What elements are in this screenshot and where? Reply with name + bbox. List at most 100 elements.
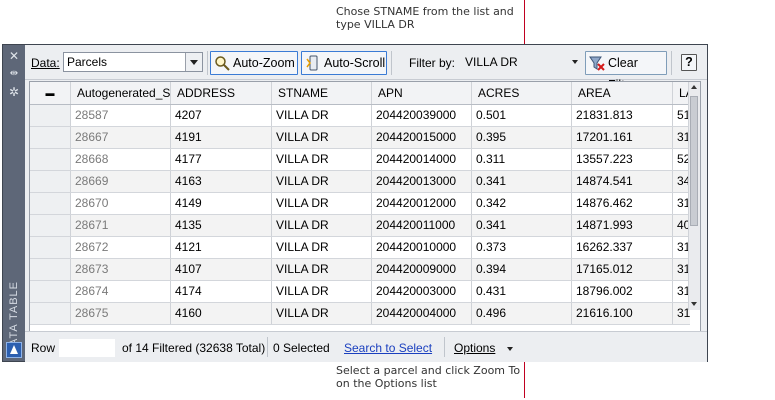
table-row[interactable]: 28668 4177 VILLA DR 204420014000 0.311 13557.… — [30, 149, 690, 171]
table-cell[interactable]: 0.496 — [472, 303, 572, 324]
row-selector[interactable] — [30, 237, 71, 258]
table-cell[interactable]: 0.394 — [472, 259, 572, 280]
table-cell[interactable]: 17165.012 — [572, 259, 673, 280]
table-cell[interactable]: 4174 — [171, 281, 272, 302]
table-cell[interactable]: 28667 — [71, 127, 171, 148]
row-selector[interactable] — [30, 127, 71, 148]
table-cell[interactable]: 0.342 — [472, 193, 572, 214]
table-row[interactable]: 28671 4135 VILLA DR 204420011000 0.341 14871.… — [30, 215, 690, 237]
table-cell[interactable]: 21616.100 — [572, 303, 673, 324]
options-menu[interactable]: Options — [454, 339, 513, 357]
vertical-scroll-thumb[interactable] — [690, 96, 698, 226]
table-row[interactable]: 28674 4174 VILLA DR 204420003000 0.431 18796.… — [30, 281, 690, 303]
table-cell[interactable]: VILLA DR — [272, 303, 372, 324]
close-icon[interactable]: ✕ — [7, 49, 21, 63]
table-cell[interactable]: 0.341 — [472, 171, 572, 192]
table-cell[interactable]: VILLA DR — [272, 237, 372, 258]
table-cell[interactable]: VILLA DR — [272, 281, 372, 302]
table-cell[interactable]: 0.373 — [472, 237, 572, 258]
row-selector[interactable] — [30, 281, 71, 302]
table-cell[interactable]: 204420013000 — [372, 171, 472, 192]
row-selector[interactable] — [30, 303, 71, 324]
table-cell[interactable]: 17201.161 — [572, 127, 673, 148]
table-cell[interactable]: VILLA DR — [272, 149, 372, 170]
table-cell[interactable]: 4163 — [171, 171, 272, 192]
table-row[interactable]: 28587 4207 VILLA DR 204420039000 0.501 21831.… — [30, 105, 690, 127]
app-logo-icon[interactable] — [6, 342, 22, 358]
table-cell[interactable]: 21831.813 — [572, 105, 673, 126]
table-cell[interactable]: 204420009000 — [372, 259, 472, 280]
table-cell[interactable]: 28672 — [71, 237, 171, 258]
table-cell[interactable]: VILLA DR — [272, 105, 372, 126]
column-header[interactable]: ACRES — [472, 82, 572, 104]
scroll-up-icon[interactable] — [691, 85, 697, 89]
table-cell[interactable]: 204420012000 — [372, 193, 472, 214]
table-cell[interactable]: 4207 — [171, 105, 272, 126]
table-cell[interactable]: 28670 — [71, 193, 171, 214]
table-cell[interactable]: VILLA DR — [272, 259, 372, 280]
table-row[interactable]: 28667 4191 VILLA DR 204420015000 0.395 17201.… — [30, 127, 690, 149]
row-input[interactable] — [59, 339, 115, 357]
table-cell[interactable]: 28675 — [71, 303, 171, 324]
auto-scroll-button[interactable]: Auto-Scroll — [301, 51, 387, 75]
column-header[interactable]: AREA — [572, 82, 673, 104]
vertical-scrollbar[interactable] — [688, 82, 700, 310]
table-cell[interactable]: 204420010000 — [372, 237, 472, 258]
row-selector[interactable] — [30, 149, 71, 170]
row-selector[interactable] — [30, 215, 71, 236]
table-cell[interactable]: 28673 — [71, 259, 171, 280]
column-header[interactable]: Autogenerated_S — [71, 82, 171, 104]
help-button[interactable]: ? — [681, 54, 697, 71]
row-selector[interactable] — [30, 171, 71, 192]
table-cell[interactable]: 0.311 — [472, 149, 572, 170]
table-cell[interactable]: 28671 — [71, 215, 171, 236]
table-cell[interactable]: 4177 — [171, 149, 272, 170]
table-cell[interactable]: 28668 — [71, 149, 171, 170]
table-cell[interactable]: 4121 — [171, 237, 272, 258]
table-cell[interactable]: 204420011000 — [372, 215, 472, 236]
table-cell[interactable]: 14871.993 — [572, 215, 673, 236]
auto-hide-icon[interactable]: ⇹ — [7, 67, 21, 81]
chevron-down-icon[interactable] — [185, 53, 202, 71]
table-cell[interactable]: VILLA DR — [272, 171, 372, 192]
table-cell[interactable]: 28669 — [71, 171, 171, 192]
column-header[interactable]: STNAME — [272, 82, 372, 104]
scroll-down-icon[interactable] — [691, 302, 697, 306]
column-header[interactable]: APN — [372, 82, 472, 104]
table-cell[interactable]: 0.395 — [472, 127, 572, 148]
table-cell[interactable]: 0.501 — [472, 105, 572, 126]
table-cell[interactable]: 0.341 — [472, 215, 572, 236]
table-cell[interactable]: 28587 — [71, 105, 171, 126]
table-cell[interactable]: 204420004000 — [372, 303, 472, 324]
auto-zoom-button[interactable]: Auto-Zoom — [210, 51, 298, 75]
table-cell[interactable]: 16262.337 — [572, 237, 673, 258]
table-cell[interactable]: 204420003000 — [372, 281, 472, 302]
table-cell[interactable]: VILLA DR — [272, 215, 372, 236]
table-row[interactable]: 28670 4149 VILLA DR 204420012000 0.342 14876.… — [30, 193, 690, 215]
clear-filter-button[interactable]: Clear Filter — [585, 51, 667, 92]
table-row[interactable]: 28675 4160 VILLA DR 204420004000 0.496 21616.… — [30, 303, 690, 325]
column-header[interactable]: ADDRESS — [171, 82, 272, 104]
table-cell[interactable]: 204420014000 — [372, 149, 472, 170]
row-selector[interactable] — [30, 259, 71, 280]
table-cell[interactable]: 4149 — [171, 193, 272, 214]
table-cell[interactable]: 0.431 — [472, 281, 572, 302]
table-cell[interactable]: 14874.541 — [572, 171, 673, 192]
table-cell[interactable]: 4191 — [171, 127, 272, 148]
table-row[interactable]: 28669 4163 VILLA DR 204420013000 0.341 14874.… — [30, 171, 690, 193]
data-source-select[interactable]: Parcels — [63, 52, 203, 72]
properties-icon[interactable]: ✲ — [7, 85, 21, 99]
table-cell[interactable]: 13557.223 — [572, 149, 673, 170]
table-cell[interactable]: 14876.462 — [572, 193, 673, 214]
table-row[interactable]: 28672 4121 VILLA DR 204420010000 0.373 16262.… — [30, 237, 690, 259]
table-cell[interactable]: 204420039000 — [372, 105, 472, 126]
table-cell[interactable]: 4135 — [171, 215, 272, 236]
row-selector[interactable] — [30, 105, 71, 126]
filter-field[interactable]: VILLA DR — [461, 52, 581, 72]
row-selector[interactable] — [30, 193, 71, 214]
table-cell[interactable]: VILLA DR — [272, 193, 372, 214]
table-cell[interactable]: 28674 — [71, 281, 171, 302]
chevron-down-icon[interactable] — [572, 60, 578, 64]
table-cell[interactable]: VILLA DR — [272, 127, 372, 148]
table-cell[interactable]: 4107 — [171, 259, 272, 280]
